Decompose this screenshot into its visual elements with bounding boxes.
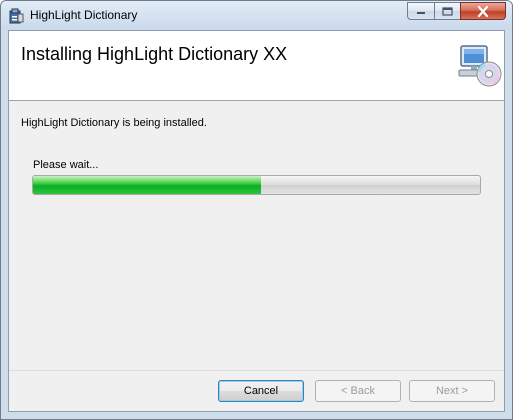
minimize-button[interactable]	[407, 2, 434, 20]
wait-label: Please wait...	[33, 159, 99, 171]
cancel-button[interactable]: Cancel	[218, 380, 304, 402]
title-bar[interactable]: HighLight Dictionary	[1, 1, 512, 30]
next-button[interactable]: Next >	[409, 380, 495, 402]
header-banner: Installing HighLight Dictionary XX	[9, 31, 504, 101]
page-title: Installing HighLight Dictionary XX	[21, 44, 288, 64]
maximize-button[interactable]	[434, 2, 460, 20]
caption-buttons	[407, 2, 506, 21]
install-progress-bar	[32, 175, 481, 195]
installer-app-icon	[9, 8, 24, 24]
button-row-divider	[9, 370, 504, 371]
installer-window: HighLight Dictionary Installing HighLigh…	[0, 0, 513, 420]
minimize-icon	[417, 12, 425, 14]
close-button[interactable]	[460, 2, 506, 20]
window-title: HighLight Dictionary	[30, 8, 138, 22]
back-button[interactable]: < Back	[315, 380, 401, 402]
maximize-icon	[442, 6, 453, 16]
install-status-message: HighLight Dictionary is being installed.	[21, 117, 207, 129]
progress-fill	[33, 176, 261, 194]
computer-with-disc-icon	[458, 45, 502, 87]
dialog-body: Installing HighLight Dictionary XX HighL…	[8, 30, 505, 412]
close-icon	[477, 5, 489, 17]
